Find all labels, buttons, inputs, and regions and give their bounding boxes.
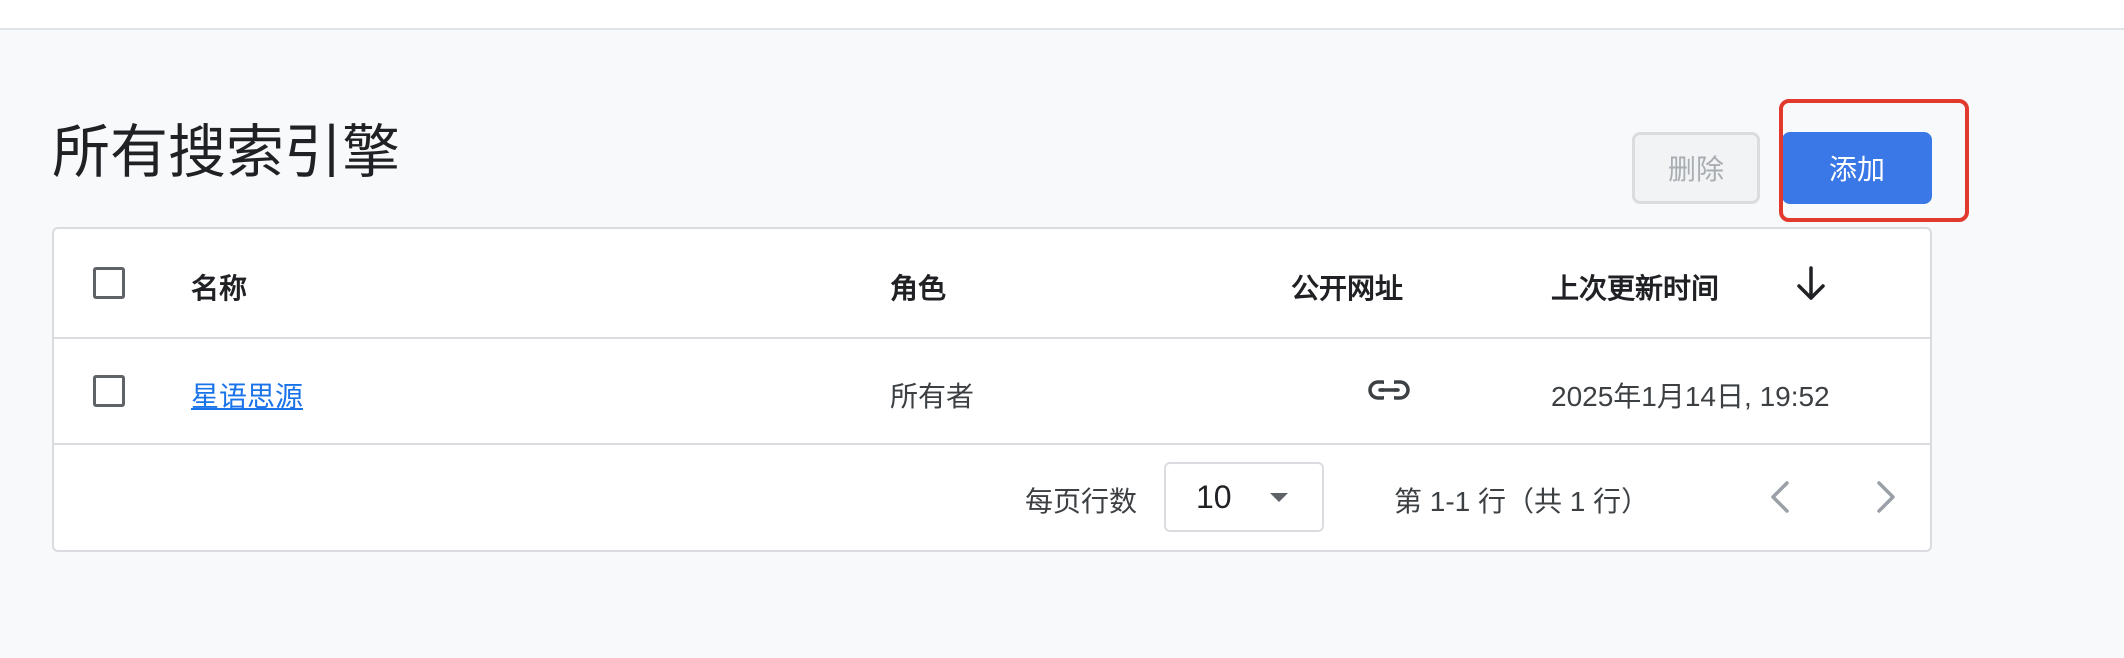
pagination-range: 第 1-1 行（共 1 行） bbox=[1394, 486, 1650, 517]
top-bar bbox=[0, 0, 2124, 30]
role-cell: 所有者 bbox=[890, 381, 975, 412]
page-title: 所有搜索引擎 bbox=[52, 120, 401, 185]
search-engine-table: 名称 角色 公开网址 上次更新时间 星语思源 所有者 2025年1月14日, 1… bbox=[52, 227, 1932, 552]
column-header-public-url[interactable]: 公开网址 bbox=[1291, 267, 1403, 307]
last-updated-cell: 2025年1月14日, 19:52 bbox=[1551, 381, 1830, 412]
link-icon[interactable] bbox=[1367, 375, 1411, 405]
engine-name-link[interactable]: 星语思源 bbox=[191, 375, 303, 415]
table-header-row: 名称 角色 公开网址 上次更新时间 bbox=[54, 229, 1930, 339]
rows-per-page-value: 10 bbox=[1196, 479, 1232, 515]
column-header-last-updated[interactable]: 上次更新时间 bbox=[1551, 267, 1719, 307]
chevron-left-icon[interactable] bbox=[1761, 475, 1801, 519]
table-row: 星语思源 所有者 2025年1月14日, 19:52 bbox=[54, 339, 1930, 445]
chevron-right-icon[interactable] bbox=[1865, 475, 1905, 519]
arrow-down-icon[interactable] bbox=[1794, 265, 1828, 303]
select-all-checkbox[interactable] bbox=[93, 267, 125, 299]
rows-per-page-label: 每页行数 bbox=[1025, 486, 1138, 517]
column-header-role[interactable]: 角色 bbox=[890, 267, 946, 307]
add-button[interactable]: 添加 bbox=[1782, 132, 1932, 204]
row-checkbox[interactable] bbox=[93, 375, 125, 407]
caret-down-icon bbox=[1270, 493, 1288, 502]
delete-button[interactable]: 删除 bbox=[1632, 132, 1760, 204]
rows-per-page-select[interactable]: 10 bbox=[1164, 462, 1324, 532]
column-header-name[interactable]: 名称 bbox=[191, 267, 247, 307]
pagination-bar: 每页行数 10 第 1-1 行（共 1 行） bbox=[54, 445, 1930, 550]
